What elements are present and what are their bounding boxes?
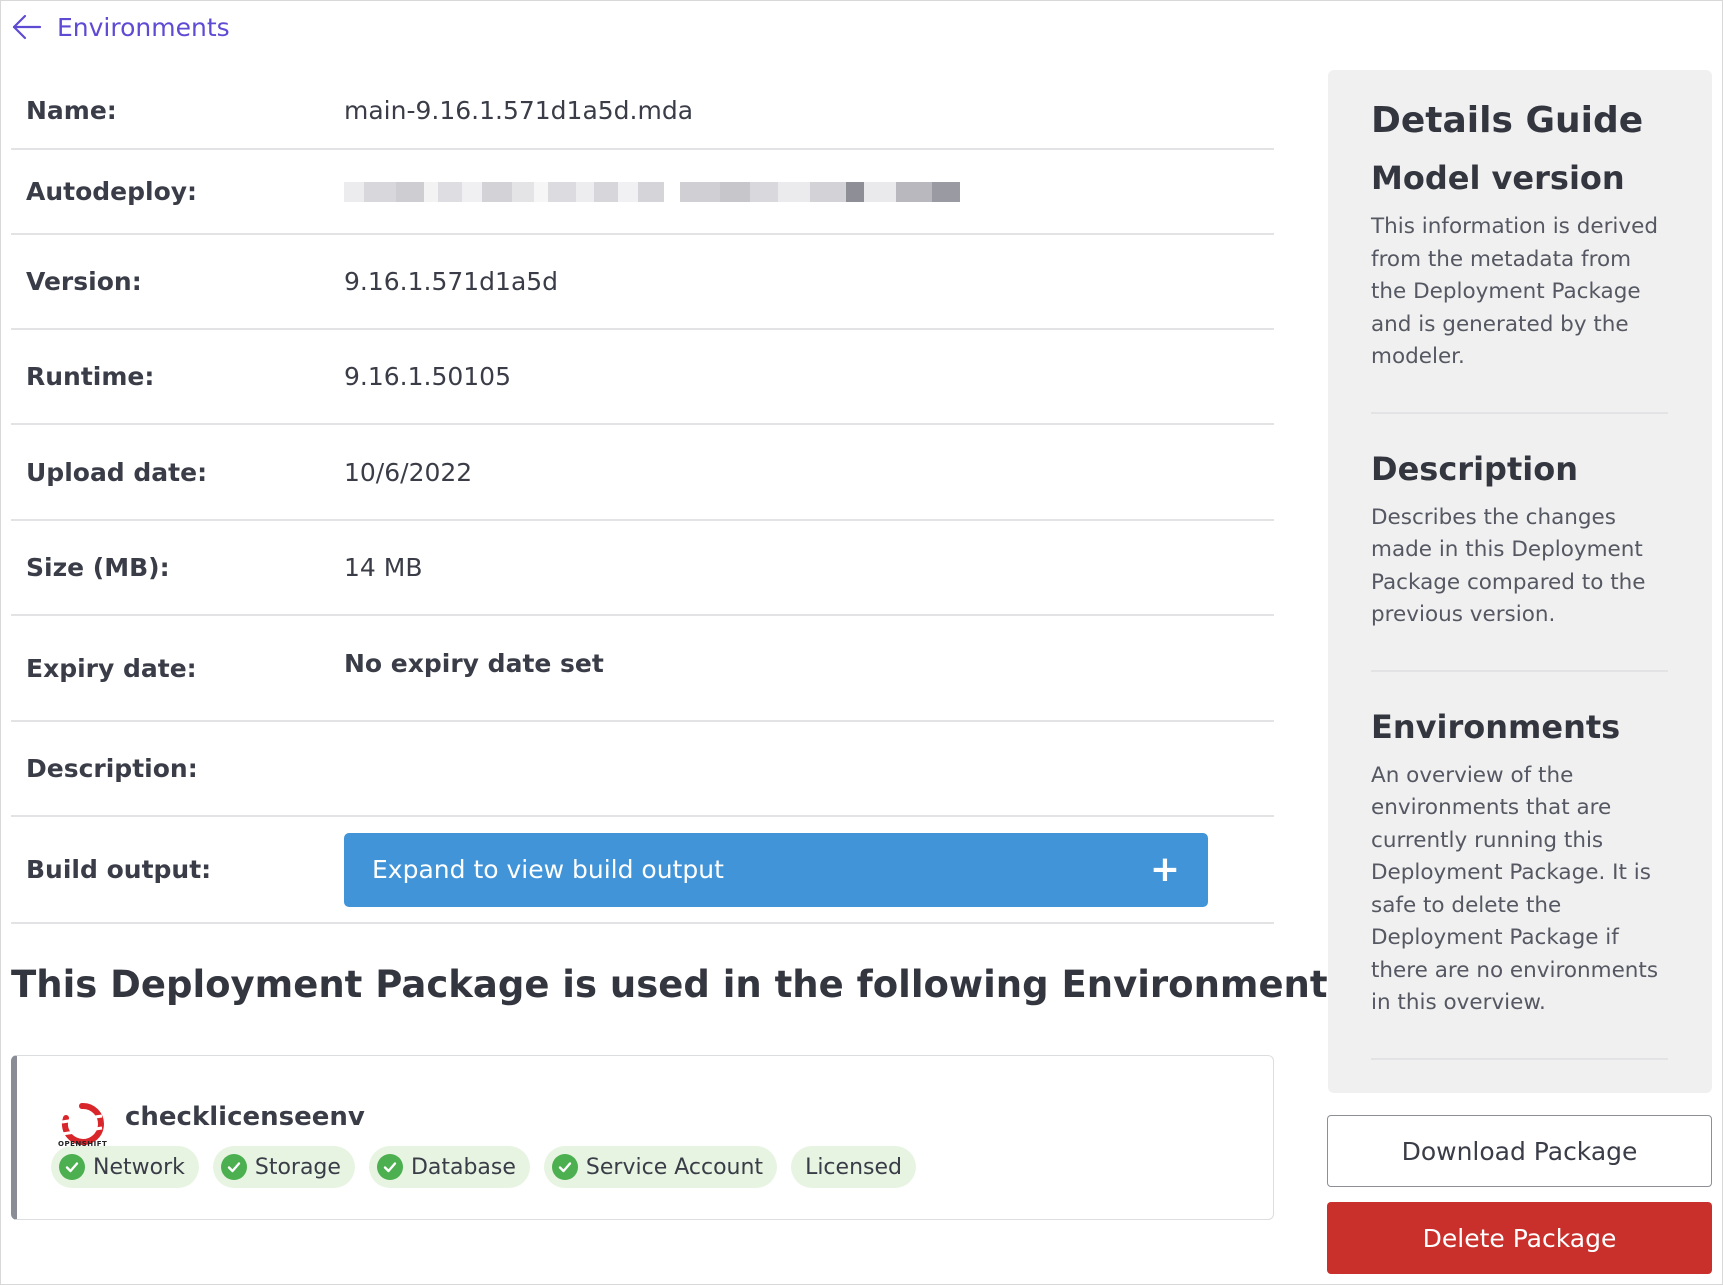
description-label: Description: bbox=[26, 754, 198, 783]
redacted-pixelation bbox=[344, 168, 1274, 216]
package-details-table: Name: main-9.16.1.571d1a5d.mda Autodeplo… bbox=[11, 72, 1274, 924]
size-value: 14 MB bbox=[344, 553, 423, 582]
version-value: 9.16.1.571d1a5d bbox=[344, 267, 559, 296]
guide-text-model-version: This information is derived from the met… bbox=[1371, 214, 1658, 369]
guide-heading-environments: Environments bbox=[1371, 707, 1621, 746]
tag-label: Licensed bbox=[805, 1154, 902, 1180]
guide-divider bbox=[1371, 669, 1668, 672]
autodeploy-label: Autodeploy: bbox=[26, 177, 198, 206]
guide-heading-model-version: Model version bbox=[1371, 159, 1625, 197]
upload-date-value: 10/6/2022 bbox=[344, 457, 473, 487]
tag-licensed: Licensed bbox=[791, 1146, 916, 1188]
upload-date-label: Upload date: bbox=[26, 457, 208, 487]
tag-label: Database bbox=[410, 1154, 516, 1180]
autodeploy-value-redacted bbox=[344, 168, 1274, 216]
guide-divider bbox=[1371, 1057, 1668, 1060]
guide-text-environments: An overview of the environments that are… bbox=[1371, 762, 1659, 1016]
detail-row-version: Version: 9.16.1.571d1a5d bbox=[11, 235, 1274, 330]
runtime-value: 9.16.1.50105 bbox=[344, 362, 511, 391]
size-label: Size (MB): bbox=[26, 553, 170, 582]
detail-row-size: Size (MB): 14 MB bbox=[11, 521, 1274, 616]
check-circle-icon bbox=[59, 1154, 85, 1180]
environment-card[interactable]: OPENSHIFT checklicenseenv Network Storag… bbox=[11, 1055, 1274, 1220]
detail-row-build-output: Build output: Expand to view build outpu… bbox=[11, 817, 1274, 924]
environments-section-title: This Deployment Package is used in the f… bbox=[11, 963, 1350, 1006]
expand-build-output-label: Expand to view build output bbox=[372, 855, 724, 884]
check-circle-icon bbox=[220, 1154, 247, 1180]
tag-label: Service Account bbox=[585, 1154, 764, 1180]
expand-build-output-button[interactable]: Expand to view build output + bbox=[344, 832, 1208, 907]
runtime-label: Runtime: bbox=[26, 362, 155, 391]
delete-package-button[interactable]: Delete Package bbox=[1327, 1202, 1712, 1274]
build-output-value: Expand to view build output + bbox=[344, 832, 1274, 907]
details-guide-panel: Details Guide Model version This informa… bbox=[1328, 70, 1712, 1093]
build-output-label: Build output: bbox=[26, 855, 212, 884]
tag-storage: Storage bbox=[212, 1146, 355, 1188]
check-circle-icon bbox=[376, 1154, 403, 1180]
download-package-button[interactable]: Download Package bbox=[1327, 1115, 1712, 1187]
detail-row-description: Description: bbox=[11, 722, 1274, 817]
guide-heading-description: Description bbox=[1371, 449, 1578, 488]
detail-row-name: Name: main-9.16.1.571d1a5d.mda bbox=[11, 72, 1274, 150]
tag-network: Network bbox=[51, 1146, 199, 1188]
tag-label: Storage bbox=[254, 1154, 341, 1180]
tag-service-account: Service Account bbox=[543, 1146, 778, 1188]
plus-icon: + bbox=[1149, 848, 1180, 890]
detail-row-autodeploy: Autodeploy: bbox=[11, 150, 1274, 235]
expiry-date-label: Expiry date: bbox=[26, 653, 197, 683]
environment-name[interactable]: checklicenseenv bbox=[125, 1102, 365, 1132]
environment-tags: Network Storage Database Service Account… bbox=[51, 1146, 916, 1188]
detail-row-expiry-date: Expiry date: No expiry date set bbox=[11, 616, 1274, 722]
check-circle-icon bbox=[551, 1154, 578, 1180]
guide-text-description: Describes the changes made in this Deplo… bbox=[1371, 504, 1646, 628]
tag-database: Database bbox=[368, 1146, 530, 1188]
guide-title: Details Guide bbox=[1371, 100, 1644, 141]
back-link-label: Environments bbox=[57, 12, 230, 42]
name-value: main-9.16.1.571d1a5d.mda bbox=[344, 95, 694, 125]
name-label: Name: bbox=[26, 95, 117, 125]
arrow-left-icon bbox=[11, 11, 43, 43]
version-label: Version: bbox=[26, 267, 142, 296]
detail-row-runtime: Runtime: 9.16.1.50105 bbox=[11, 330, 1274, 425]
detail-row-upload-date: Upload date: 10/6/2022 bbox=[11, 425, 1274, 521]
guide-divider bbox=[1371, 411, 1668, 414]
tag-label: Network bbox=[93, 1154, 185, 1180]
expiry-date-value: No expiry date set bbox=[344, 648, 604, 678]
back-to-environments-link[interactable]: Environments bbox=[11, 10, 230, 44]
